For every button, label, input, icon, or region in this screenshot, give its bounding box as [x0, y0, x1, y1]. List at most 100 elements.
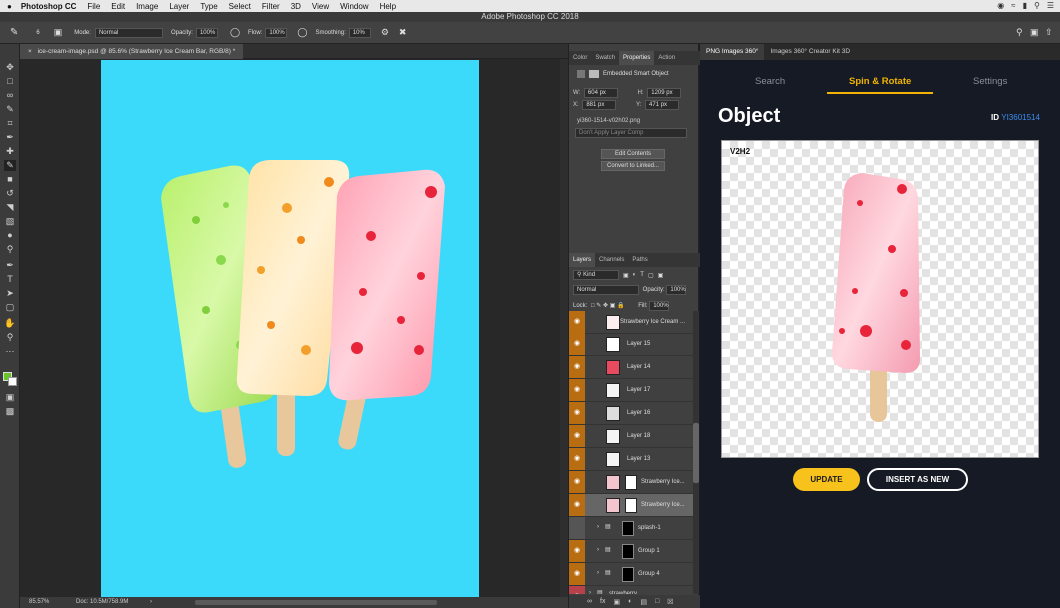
horizontal-scrollbar[interactable] [195, 600, 437, 605]
layer-row[interactable]: ◉ › ▤ splash-1 [569, 517, 693, 540]
lock-icons[interactable]: □ ✎ ✥ ▣ 🔒 [591, 303, 625, 309]
add-mask-icon[interactable]: ▣ [613, 598, 620, 606]
airbrush-icon[interactable]: ◯ [297, 27, 307, 38]
app-menu[interactable]: Photoshop CC [21, 2, 77, 11]
gradient-tool-icon[interactable]: ▧ [4, 216, 16, 227]
convert-to-linked-button[interactable]: Convert to Linked... [601, 161, 665, 171]
x-field[interactable]: 881 px [582, 100, 617, 110]
fx-icon[interactable]: fx [600, 598, 605, 605]
h-field[interactable]: 1209 px [647, 88, 682, 98]
pressure-opacity-icon[interactable]: ◯ [230, 27, 240, 38]
move-tool-icon[interactable]: ✥ [4, 62, 16, 73]
menu-layer[interactable]: Layer [169, 2, 189, 11]
close-icon[interactable]: × [28, 48, 32, 55]
tab-channels[interactable]: Channels [595, 253, 628, 267]
layer-comp-select[interactable]: Don't Apply Layer Comp [575, 128, 687, 138]
share-icon[interactable]: ⇧ [1045, 27, 1053, 38]
expand-arrow-icon[interactable]: › [597, 524, 599, 530]
battery-icon[interactable]: ▮ [1023, 1, 1027, 10]
edit-contents-button[interactable]: Edit Contents [601, 149, 665, 159]
history-brush-icon[interactable]: ↺ [4, 188, 16, 199]
workspace-icon[interactable]: ▣ [1030, 27, 1039, 38]
wifi-icon[interactable]: ≈ [1011, 1, 1015, 10]
layer-row[interactable]: ◉ Layer 18 [569, 425, 693, 448]
brush-panel-icon[interactable]: ▣ [54, 27, 63, 38]
menu-help[interactable]: Help [380, 2, 396, 11]
gear-icon[interactable]: ⚙ [381, 27, 389, 38]
tab-swatches[interactable]: Swatch [591, 51, 619, 65]
menu-window[interactable]: Window [340, 2, 368, 11]
layer-row[interactable]: ◉ Layer 14 [569, 356, 693, 379]
lasso-tool-icon[interactable]: ∞ [4, 90, 16, 101]
layer-row[interactable]: ◉ Layer 16 [569, 402, 693, 425]
update-button[interactable]: UPDATE [793, 468, 860, 491]
shape-tool-icon[interactable]: ▢ [4, 302, 16, 313]
menu-type[interactable]: Type [200, 2, 217, 11]
menu-view[interactable]: View [312, 2, 329, 11]
brush-tool-icon[interactable]: ✎ [10, 27, 18, 38]
eye-icon[interactable]: ◉ [569, 311, 585, 333]
menu-file[interactable]: File [87, 2, 100, 11]
kind-filter[interactable]: ⚲ Kind [573, 270, 619, 280]
eye-icon[interactable]: ◉ [569, 425, 585, 447]
filter-pixel-icon[interactable]: ▣ [623, 272, 629, 279]
object-preview[interactable]: V2H2 [721, 140, 1039, 458]
marquee-tool-icon[interactable]: □ [4, 76, 16, 87]
blend-mode-select[interactable]: Normal [573, 285, 639, 295]
opacity-field[interactable]: 100% [195, 27, 218, 38]
eye-icon[interactable]: ◉ [569, 471, 585, 493]
eye-icon[interactable]: ◉ [569, 379, 585, 401]
layer-row[interactable]: ◉ Layer 15 [569, 333, 693, 356]
eye-icon[interactable]: ◉ [569, 517, 585, 539]
nav-search[interactable]: Search [755, 76, 785, 87]
menu-filter[interactable]: Filter [262, 2, 280, 11]
more-tools-icon[interactable]: ⋯ [4, 346, 16, 357]
link-layers-icon[interactable]: ∞ [587, 598, 592, 605]
background-color-swatch[interactable] [8, 377, 17, 386]
filter-shape-icon[interactable]: ▢ [648, 272, 654, 279]
flow-field[interactable]: 100% [265, 27, 288, 38]
new-layer-icon[interactable]: □ [655, 598, 659, 605]
layer-row-selected[interactable]: ◉ Strawberry Ice... [569, 494, 693, 517]
layer-row[interactable]: ◉ › ▤ Group 4 [569, 563, 693, 586]
trash-icon[interactable]: ☒ [667, 598, 673, 606]
new-group-icon[interactable]: ▤ [640, 598, 647, 606]
zoom-readout[interactable]: 85.57% [29, 597, 49, 608]
eye-icon[interactable]: ◉ [569, 563, 585, 585]
menu-edit[interactable]: Edit [111, 2, 125, 11]
quick-mask-icon[interactable]: ▣ [4, 392, 16, 403]
status-icon[interactable]: ◉ [997, 1, 1004, 10]
tab-properties[interactable]: Properties [619, 51, 655, 65]
tab-color[interactable]: Color [569, 51, 591, 65]
brush-size[interactable]: 6 [36, 30, 39, 36]
tab-paths[interactable]: Paths [628, 253, 651, 267]
brush-tool-icon[interactable]: ✎ [4, 160, 16, 171]
stamp-tool-icon[interactable]: ■ [4, 174, 16, 185]
menu-image[interactable]: Image [136, 2, 158, 11]
layer-row[interactable]: ◉ Layer 13 [569, 448, 693, 471]
fill-field[interactable]: 100% [649, 301, 670, 311]
layers-scrollbar[interactable] [693, 311, 699, 594]
expand-arrow-icon[interactable]: › [597, 570, 599, 576]
search-icon[interactable]: ⚲ [1016, 27, 1023, 38]
w-field[interactable]: 604 px [583, 88, 618, 98]
list-icon[interactable]: ☰ [1047, 1, 1054, 10]
document-canvas[interactable] [101, 60, 479, 597]
filter-smart-icon[interactable]: ▣ [658, 272, 664, 279]
apple-icon[interactable]: ● [7, 2, 12, 11]
search-icon[interactable]: ⚲ [1034, 1, 1040, 10]
crop-tool-icon[interactable]: ⌗ [4, 118, 16, 129]
layer-row[interactable]: ◉ › ▤ Group 1 [569, 540, 693, 563]
id-link[interactable]: YI3601514 [1001, 113, 1040, 122]
eye-icon[interactable]: ◉ [569, 333, 585, 355]
y-field[interactable]: 471 px [645, 100, 680, 110]
eraser-tool-icon[interactable]: ◥ [4, 202, 16, 213]
pen-tool-icon[interactable]: ✒ [4, 260, 16, 271]
nav-settings[interactable]: Settings [973, 76, 1007, 87]
eye-icon[interactable]: ◉ [569, 540, 585, 562]
layer-row[interactable]: ◉ › ▤ strawberry [569, 586, 693, 594]
document-tab[interactable]: × ice-cream-image.psd @ 85.6% (Strawberr… [20, 44, 244, 59]
tab-layers[interactable]: Layers [569, 253, 596, 267]
hand-tool-icon[interactable]: ✋ [4, 318, 16, 329]
mode-select[interactable]: Normal [94, 27, 163, 38]
